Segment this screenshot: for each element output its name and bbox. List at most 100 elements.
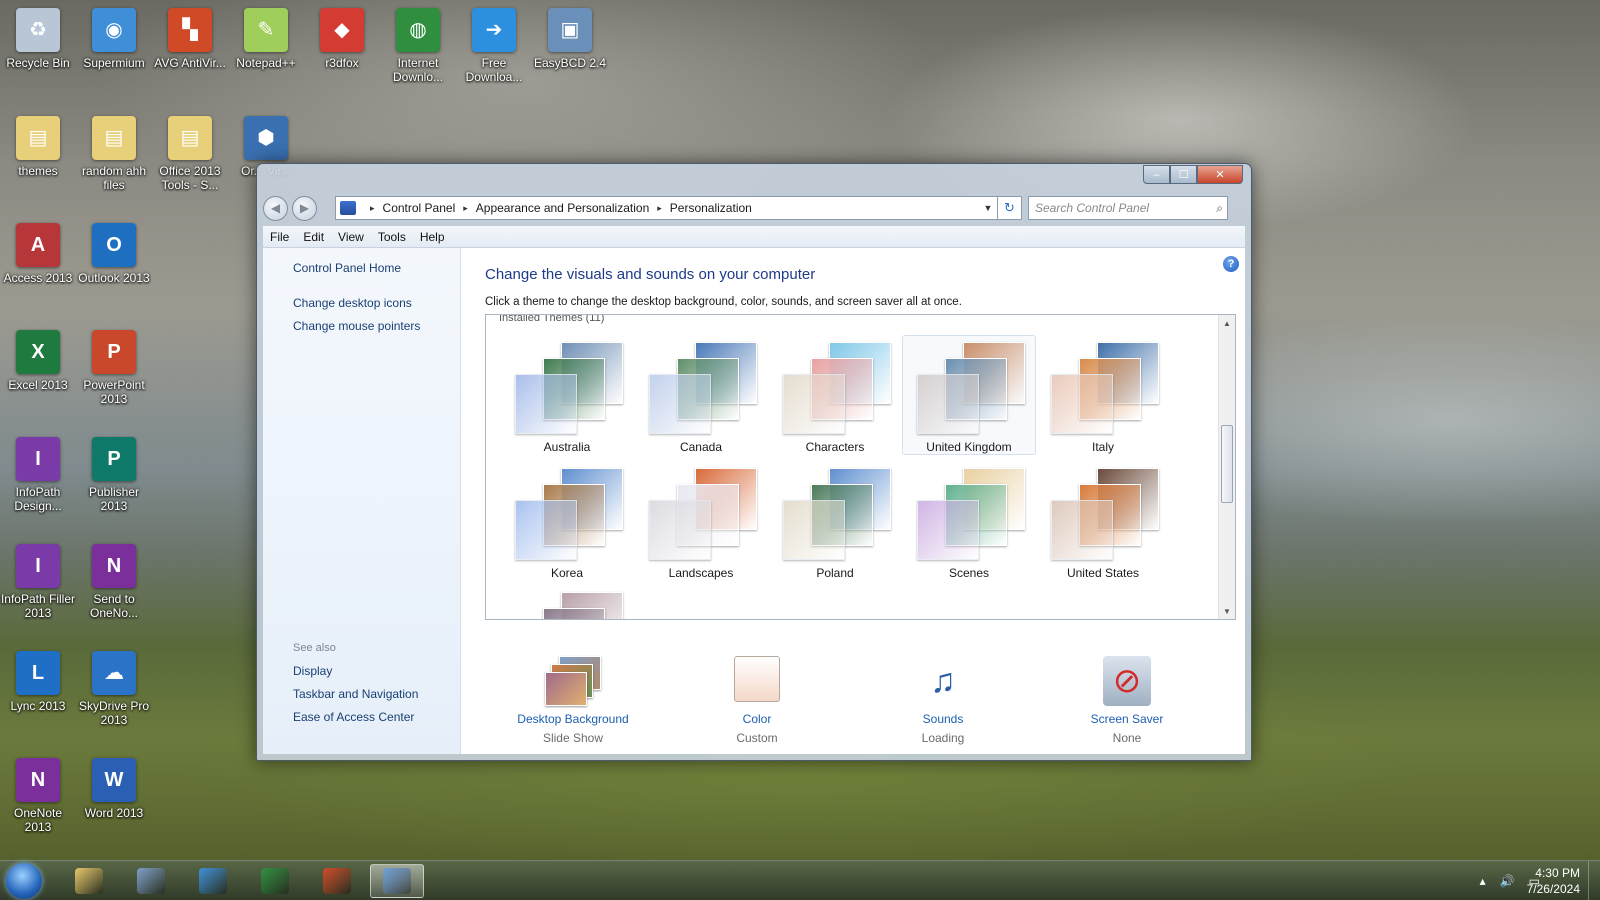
theme-name: Landscapes [668, 566, 734, 580]
ease-of-access-center-link[interactable]: Ease of Access Center [293, 710, 414, 724]
menu-help[interactable]: Help [413, 230, 452, 244]
desktop-icon[interactable]: N OneNote 2013 [0, 758, 76, 834]
desktop-icon[interactable]: N Send to OneNo... [76, 544, 152, 620]
theme-thumbnail [515, 592, 625, 619]
change-desktop-icons-link[interactable]: Change desktop icons [293, 296, 412, 310]
show-hidden-icons-icon[interactable]: ▴ [1480, 874, 1486, 888]
desktop-icon[interactable]: ◉ Supermium [76, 8, 152, 70]
taskbar-app-button[interactable] [370, 864, 424, 898]
theme-item[interactable]: Italy [1036, 335, 1170, 455]
desktop-icon[interactable]: O Outlook 2013 [76, 223, 152, 285]
desktop-icon[interactable]: W Word 2013 [76, 758, 152, 820]
theme-item[interactable]: Poland [768, 461, 902, 581]
desktop-icon[interactable]: ◆ r3dfox [304, 8, 380, 70]
desktop-icon[interactable]: ☁ SkyDrive Pro 2013 [76, 651, 152, 727]
desktop-icon[interactable]: A Access 2013 [0, 223, 76, 285]
scroll-down-icon[interactable]: ▼ [1219, 603, 1235, 619]
change-mouse-pointers-link[interactable]: Change mouse pointers [293, 319, 420, 333]
forward-button[interactable]: ▶ [292, 195, 317, 221]
taskbar-and-navigation-link[interactable]: Taskbar and Navigation [293, 687, 418, 701]
clock[interactable]: 4:30 PM 7/26/2024 [1527, 865, 1580, 897]
desktop-icon[interactable]: ▚ AVG AntiVir... [152, 8, 228, 70]
display-link[interactable]: Display [293, 664, 332, 678]
address-dropdown-icon[interactable]: ▼ [979, 203, 997, 213]
control-panel-icon [340, 201, 356, 215]
breadcrumb-control-panel[interactable]: Control Panel [383, 201, 456, 215]
desktop-icon[interactable]: ▣ EasyBCD 2.4 [532, 8, 608, 70]
taskbar-app-button[interactable] [310, 864, 364, 898]
volume-icon[interactable]: 🔊 [1500, 874, 1515, 888]
desktop-icon-label: random ahh files [81, 164, 147, 192]
desktop-icon[interactable]: P PowerPoint 2013 [76, 330, 152, 406]
desktop-icon[interactable]: ▤ themes [0, 116, 76, 178]
start-button[interactable] [6, 863, 42, 899]
desktop-icon[interactable]: ▤ random ahh files [76, 116, 152, 192]
maximize-button[interactable]: ☐ [1170, 165, 1197, 184]
show-desktop-button[interactable] [1588, 861, 1600, 900]
clock-date: 7/26/2024 [1526, 882, 1580, 896]
breadcrumb-personalization[interactable]: Personalization [670, 201, 752, 215]
breadcrumb-separator[interactable]: ▸ [370, 203, 375, 214]
theme-item[interactable]: Australia [500, 335, 634, 455]
theme-item[interactable]: United States [1036, 461, 1170, 581]
taskbar-app-button[interactable] [186, 864, 240, 898]
supermium-browser-icon [199, 868, 227, 894]
desktop-icon[interactable]: ♻ Recycle Bin [0, 8, 76, 70]
breadcrumb-separator[interactable]: ▸ [463, 203, 468, 214]
theme-preview-image [783, 374, 845, 434]
scroll-up-icon[interactable]: ▲ [1219, 315, 1235, 331]
control-panel-home-link[interactable]: Control Panel Home [293, 261, 401, 275]
sounds-option[interactable]: ♫ Sounds Loading [873, 656, 1013, 746]
desktop-icon[interactable]: I InfoPath Design... [0, 437, 76, 513]
menu-view[interactable]: View [331, 230, 371, 244]
theme-item[interactable]: Scenes [902, 461, 1036, 581]
desktop-icon[interactable]: L Lync 2013 [0, 651, 76, 713]
theme-item[interactable]: United Kingdom [902, 335, 1036, 455]
search-input[interactable]: Search Control Panel [1035, 201, 1149, 215]
avg-antivirus-icon [323, 868, 351, 894]
desktop-icon[interactable]: X Excel 2013 [0, 330, 76, 392]
desktop-icon[interactable]: ◍ Internet Downlo... [380, 8, 456, 84]
screen-saver-option[interactable]: ⊘ Screen Saver None [1057, 656, 1197, 745]
refresh-button[interactable]: ↻ [998, 196, 1022, 220]
search-box[interactable]: Search Control Panel ⌕ [1028, 196, 1228, 220]
search-icon[interactable]: ⌕ [1216, 201, 1223, 216]
taskbar-app-button[interactable] [62, 864, 116, 898]
theme-item[interactable]: Landscapes [634, 461, 768, 581]
theme-item[interactable]: Characters [768, 335, 902, 455]
desktop-background-option[interactable]: Desktop Background Slide Show [503, 656, 643, 745]
color-option[interactable]: Color Custom [687, 656, 827, 745]
desktop-icon[interactable]: P Publisher 2013 [76, 437, 152, 513]
scroll-thumb[interactable] [1221, 425, 1233, 503]
desktop-icon-label: AVG AntiVir... [154, 56, 226, 70]
close-button[interactable]: ✕ [1197, 165, 1243, 184]
desktop-icon[interactable]: I InfoPath Filler 2013 [0, 544, 76, 620]
desktop-icon[interactable]: ✎ Notepad++ [228, 8, 304, 70]
send-to-onenote-icon: N [92, 544, 136, 588]
color-label[interactable]: Color [687, 712, 827, 726]
themes-scrollbar[interactable]: ▲ ▼ [1218, 315, 1235, 619]
menu-file[interactable]: File [263, 230, 296, 244]
taskbar-app-button[interactable] [248, 864, 302, 898]
taskbar-app-button[interactable] [124, 864, 178, 898]
desktop-icon[interactable]: ➔ Free Downloa... [456, 8, 532, 84]
breadcrumb-separator[interactable]: ▸ [657, 203, 662, 214]
taskbar: ▴ 🔊 ▭ 4:30 PM 7/26/2024 [0, 860, 1600, 900]
menu-edit[interactable]: Edit [296, 230, 331, 244]
desktop-background-label[interactable]: Desktop Background [503, 712, 643, 726]
menu-tools[interactable]: Tools [371, 230, 413, 244]
excel-icon: X [16, 330, 60, 374]
theme-item[interactable]: Canada [634, 335, 768, 455]
help-icon[interactable]: ? [1223, 256, 1239, 272]
minimize-button[interactable]: – [1143, 165, 1170, 184]
theme-item[interactable]: Korea [500, 461, 634, 581]
address-bar[interactable]: ▸ Control Panel ▸ Appearance and Persona… [335, 196, 998, 220]
theme-item[interactable] [500, 585, 634, 619]
desktop-icon[interactable]: ▤ Office 2013 Tools - S... [152, 116, 228, 192]
theme-preview-image [917, 374, 979, 434]
onenote-icon: N [16, 758, 60, 802]
back-button[interactable]: ◀ [263, 195, 288, 221]
screen-saver-label[interactable]: Screen Saver [1057, 712, 1197, 726]
sounds-label[interactable]: Sounds [873, 712, 1013, 726]
breadcrumb-appearance-and-personalization[interactable]: Appearance and Personalization [476, 201, 649, 215]
